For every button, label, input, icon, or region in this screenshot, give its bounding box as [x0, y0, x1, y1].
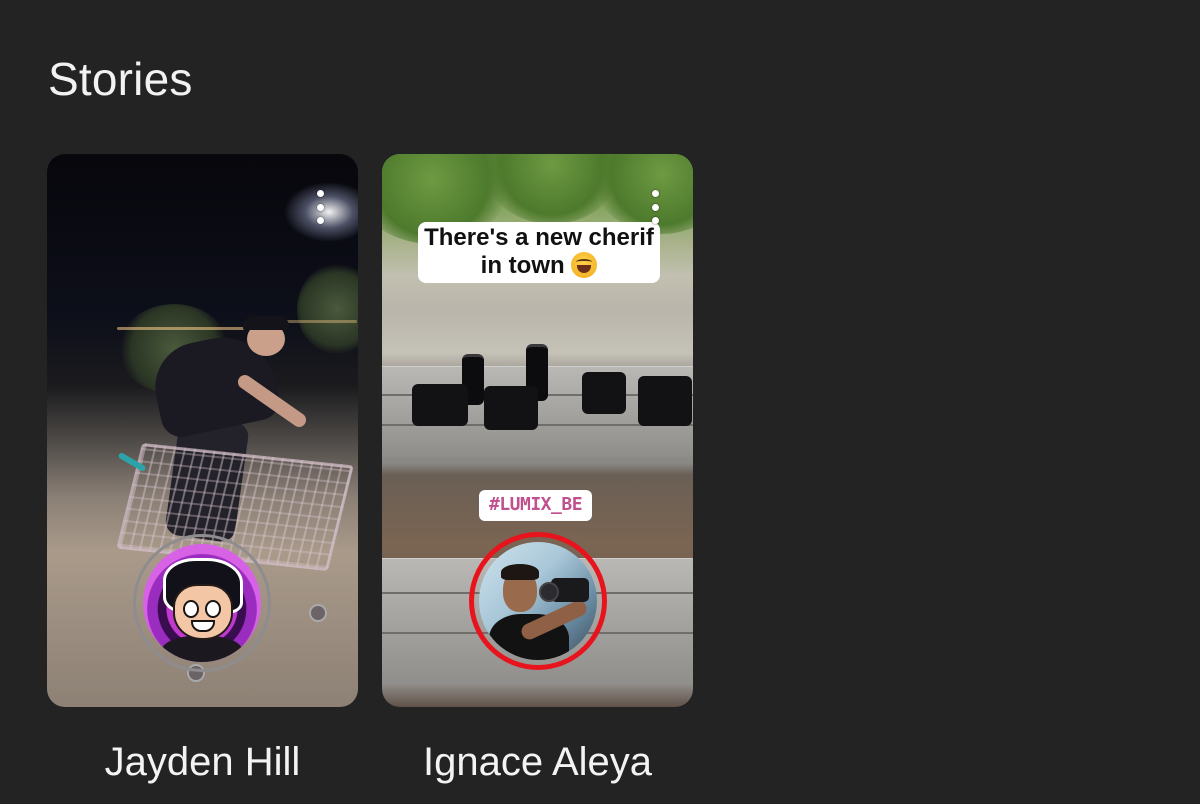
caption-line-2: in town [480, 251, 565, 279]
caption-line-2-wrap: in town [472, 251, 606, 280]
dot [651, 217, 659, 224]
avatar-ring-unseen[interactable] [469, 532, 607, 670]
story-name-ignace-aleya[interactable]: Ignace Aleya [382, 740, 693, 785]
grinning-squinting-face-icon [571, 251, 598, 278]
avatar-camera [539, 578, 589, 602]
camera-shape [412, 384, 468, 426]
avatar-ring-viewed[interactable] [133, 534, 271, 672]
avatar-eye [205, 600, 221, 618]
story-caption-sticker: There's a new cherif in town [418, 222, 660, 284]
avatar-eye [183, 600, 199, 618]
camera-shape [638, 376, 692, 426]
dot [651, 190, 659, 197]
figure-cap [243, 316, 289, 330]
avatar [479, 542, 597, 660]
more-vertical-icon[interactable] [649, 188, 661, 226]
section-title: Stories [48, 53, 193, 105]
shrub-shape [297, 264, 358, 354]
camera-shape [582, 372, 626, 414]
avatar-hair [501, 564, 539, 580]
story-card-ignace-aleya[interactable]: There's a new cherif in town #LUMIX_BE [382, 154, 693, 707]
dot [651, 203, 659, 211]
camera-shape [484, 386, 538, 430]
dot [316, 217, 324, 224]
story-card-jayden-hill[interactable] [47, 154, 358, 707]
dot [316, 190, 324, 197]
more-vertical-icon[interactable] [314, 188, 326, 226]
hashtag-sticker[interactable]: #LUMIX_BE [479, 490, 593, 521]
stories-section: Stories There's a new cherif in town #LU… [0, 0, 1200, 804]
caption-line-1: There's a new cherif [424, 224, 654, 251]
dot [316, 203, 324, 211]
light-streak [277, 320, 357, 323]
avatar [143, 544, 261, 662]
cart-wheel [309, 604, 327, 622]
story-name-jayden-hill[interactable]: Jayden Hill [47, 740, 358, 785]
